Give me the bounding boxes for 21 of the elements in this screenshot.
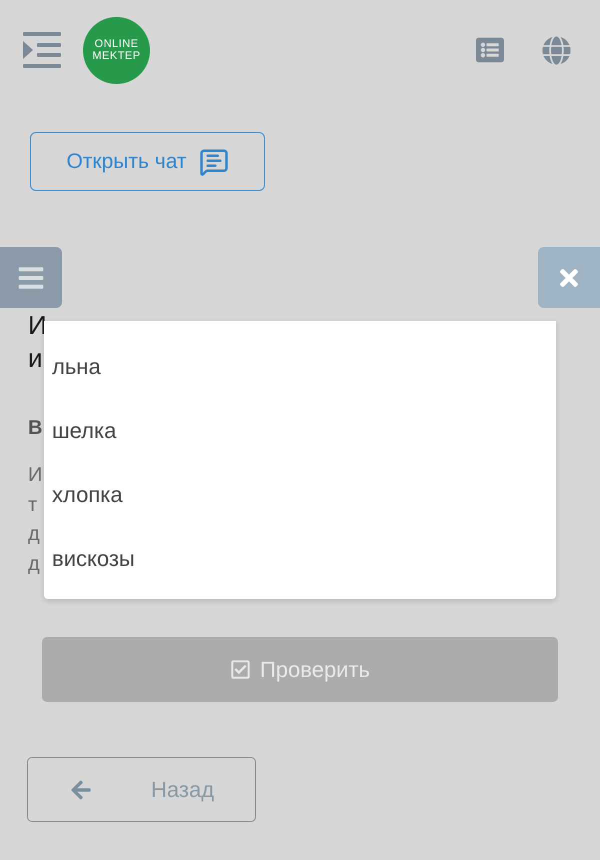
list-icon[interactable] <box>476 36 504 64</box>
paragraph-text: д <box>28 552 40 576</box>
checkbox-icon <box>230 659 251 680</box>
logo-text: MEKTEP <box>92 50 141 62</box>
logo[interactable]: ONLINE MEKTEP <box>83 16 150 84</box>
paragraph-text: И <box>28 463 42 488</box>
dropdown-option[interactable]: вискозы <box>44 526 556 590</box>
section-heading: В <box>28 416 42 441</box>
dropdown-option[interactable]: хлопка <box>44 462 556 526</box>
dropdown-option[interactable]: шелка <box>44 398 556 462</box>
logo-text: ONLINE <box>94 38 138 50</box>
arrow-left-icon <box>70 778 92 800</box>
globe-icon[interactable] <box>542 36 571 64</box>
sidebar-toggle-button[interactable] <box>0 247 62 308</box>
chat-icon <box>198 146 229 176</box>
paragraph-text: т <box>28 492 38 518</box>
close-button[interactable] <box>538 247 600 308</box>
dropdown-option[interactable]: льна <box>44 334 556 398</box>
lesson-title: и <box>28 342 43 375</box>
paragraph-text: д <box>28 522 40 547</box>
menu-indent-icon[interactable] <box>23 32 61 68</box>
